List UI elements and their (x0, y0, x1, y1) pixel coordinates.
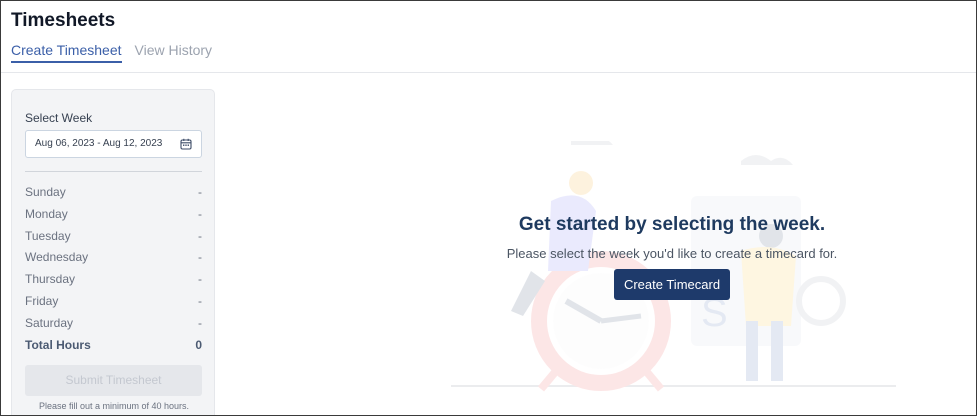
day-hours: - (198, 250, 202, 265)
tab-view-history[interactable]: View History (135, 42, 213, 63)
day-label: Sunday (25, 185, 66, 199)
empty-state-subtitle: Please select the week you'd like to cre… (506, 246, 838, 261)
day-row-saturday: Saturday - (25, 316, 202, 338)
day-hours: - (198, 293, 202, 308)
day-label: Monday (25, 206, 68, 221)
sidebar-divider (25, 171, 202, 172)
day-row-friday: Friday - (25, 294, 202, 316)
day-row-thursday: Thursday - (25, 272, 202, 294)
day-hours: - (198, 228, 202, 243)
total-hours-label: Total Hours (25, 337, 91, 352)
tab-bar: Create Timesheet View History (11, 42, 212, 63)
week-sidebar: Select Week Aug 06, 2023 - Aug 12, 2023 … (11, 89, 215, 415)
day-label: Saturday (25, 315, 74, 330)
day-hours: - (198, 315, 202, 330)
submit-timesheet-button[interactable]: Submit Timesheet (25, 365, 202, 396)
header-divider (1, 72, 976, 73)
minimum-hours-hint: Please fill out a minimum of 40 hours. (38, 401, 190, 411)
calendar-icon[interactable] (180, 138, 192, 150)
week-picker-input[interactable]: Aug 06, 2023 - Aug 12, 2023 (25, 130, 202, 158)
select-week-label: Select Week (25, 111, 93, 125)
day-hours: - (198, 272, 202, 287)
day-row-wednesday: Wednesday - (25, 250, 202, 272)
total-hours-value: 0 (195, 337, 202, 352)
day-row-sunday: Sunday - (25, 185, 202, 207)
day-hours: - (198, 206, 202, 221)
app-window: Timesheets Create Timesheet View History… (0, 0, 977, 416)
create-timecard-button[interactable]: Create Timecard (614, 269, 730, 300)
total-hours-row: Total Hours 0 (25, 338, 202, 360)
day-row-tuesday: Tuesday - (25, 229, 202, 251)
day-label: Thursday (25, 272, 76, 287)
day-hours: - (198, 185, 202, 199)
day-row-monday: Monday - (25, 207, 202, 229)
day-label: Tuesday (25, 228, 71, 243)
day-label: Wednesday (25, 250, 89, 265)
page-title: Timesheets (11, 10, 116, 31)
tab-create-timesheet[interactable]: Create Timesheet (11, 42, 122, 63)
day-label: Friday (25, 293, 59, 308)
empty-state-title: Get started by selecting the week. (518, 214, 826, 235)
day-hours-list: Sunday - Monday - Tuesday - Wednesday - … (25, 185, 202, 359)
